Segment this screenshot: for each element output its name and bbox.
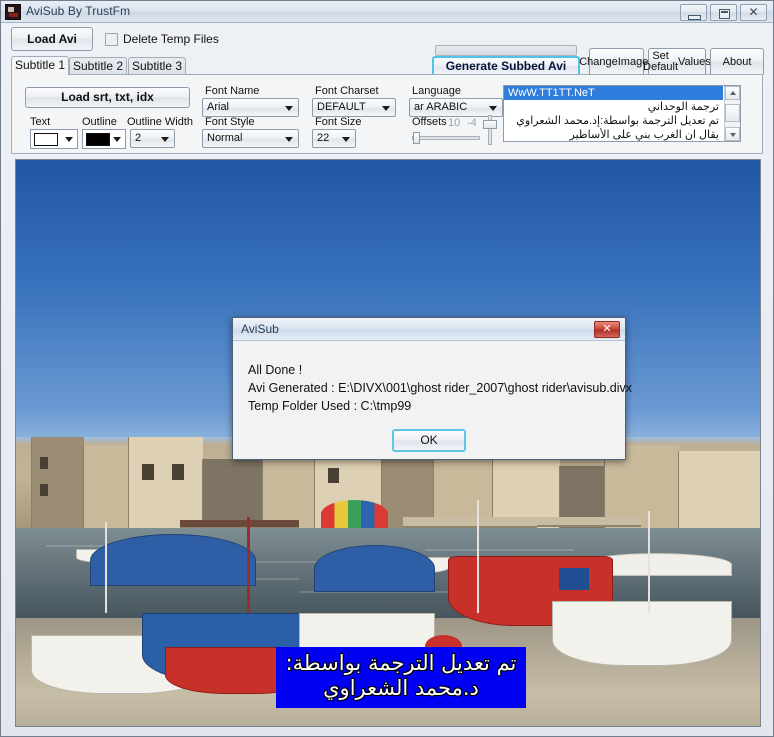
text-color-swatch	[34, 133, 58, 146]
tab-subtitle-2[interactable]: Subtitle 2	[69, 57, 127, 75]
tab-subtitle-3[interactable]: Subtitle 3	[128, 57, 186, 75]
outline-width-select[interactable]: 2	[130, 129, 175, 148]
dialog-body: All Done ! Avi Generated : E:\DIVX\001\g…	[233, 341, 632, 459]
slider-thumb[interactable]	[483, 120, 497, 129]
font-size-label: Font Size	[315, 116, 362, 128]
list-item[interactable]: تم تعديل الترجمة بواسطة:إد.محمد الشعراوي	[504, 114, 723, 128]
slider-track	[412, 136, 480, 140]
list-item[interactable]: يقال ان الغرب بني على الأساطير	[504, 128, 723, 141]
avisub-message-dialog: AviSub ✕ All Done ! Avi Generated : E:\D…	[232, 317, 632, 460]
tab-subtitle-1[interactable]: Subtitle 1	[11, 56, 69, 75]
chevron-down-icon	[161, 137, 169, 142]
dialog-message-line-3: Temp Folder Used : C:\tmp99	[248, 399, 412, 413]
dialog-close-button[interactable]: ✕	[594, 321, 620, 338]
font-name-value: Arial	[207, 101, 230, 113]
outline-color-label: Outline	[82, 116, 117, 128]
video-subtitle-overlay: تم تعديل الترجمة بواسطة: د.محمد الشعراوي	[276, 647, 526, 708]
app-icon	[5, 4, 21, 20]
listbox-scrollbar[interactable]	[724, 86, 740, 141]
font-style-select[interactable]: Normal	[202, 129, 299, 148]
text-color-label: Text	[30, 116, 51, 128]
load-subtitle-file-button[interactable]: Load srt, txt, idx	[25, 87, 190, 108]
text-color-select[interactable]	[30, 129, 78, 149]
subtitle-settings-panel: Load srt, txt, idx Font Name Arial Font …	[11, 74, 763, 154]
scrollbar-thumb[interactable]	[725, 104, 740, 122]
title-bar: AviSub By TrustFm ✕	[1, 1, 773, 23]
dialog-ok-button[interactable]: OK	[392, 429, 466, 452]
offset-x-value: 10	[448, 117, 461, 129]
chevron-down-icon	[489, 106, 497, 111]
dialog-title-bar: AviSub ✕	[233, 318, 625, 341]
subtitle-list[interactable]: WwW.TT1TT.NeT ترجمة الوحداني تم تعديل ال…	[504, 86, 723, 141]
language-label: Language	[412, 85, 461, 97]
subtitle-line-1: تم تعديل الترجمة بواسطة:	[285, 651, 517, 675]
offset-y-slider[interactable]	[483, 115, 497, 145]
font-size-select[interactable]: 22	[312, 129, 356, 148]
language-value: ar ARABIC	[414, 101, 468, 113]
font-name-label: Font Name	[205, 85, 260, 97]
outline-color-swatch	[86, 133, 110, 146]
minimize-button[interactable]	[680, 4, 707, 21]
scroll-up-icon[interactable]	[725, 86, 740, 100]
font-style-value: Normal	[207, 132, 243, 144]
font-charset-select[interactable]: DEFAULT	[312, 98, 396, 117]
application-window: AviSub By TrustFm ✕ Load Avi Delete Temp…	[0, 0, 774, 737]
outline-color-select[interactable]	[82, 129, 126, 149]
list-item[interactable]: ترجمة الوحداني	[504, 100, 723, 114]
dialog-title: AviSub	[241, 322, 279, 336]
chevron-down-icon	[113, 137, 121, 142]
chevron-down-icon	[285, 137, 293, 142]
maximize-button[interactable]	[710, 4, 737, 21]
subtitle-line-2: د.محمد الشعراوي	[323, 676, 479, 700]
font-name-select[interactable]: Arial	[202, 98, 299, 117]
checkbox-icon[interactable]	[105, 33, 118, 46]
font-charset-label: Font Charset	[315, 85, 379, 97]
chevron-down-icon	[65, 137, 73, 142]
delete-temp-files-label: Delete Temp Files	[123, 32, 219, 46]
offsets-label: Offsets	[412, 116, 447, 128]
list-item[interactable]: WwW.TT1TT.NeT	[504, 86, 723, 100]
chevron-down-icon	[382, 106, 390, 111]
offset-y-value: -4	[467, 117, 477, 129]
outline-width-label: Outline Width	[127, 116, 194, 128]
tab-strip: Subtitle 1 Subtitle 2 Subtitle 3	[11, 56, 763, 75]
toolbar: Load Avi Delete Temp Files Generate Subb…	[1, 23, 773, 77]
font-charset-value: DEFAULT	[317, 101, 366, 113]
slider-thumb[interactable]	[413, 132, 420, 144]
close-icon: ✕	[748, 5, 759, 19]
scroll-down-icon[interactable]	[725, 127, 740, 141]
offset-x-slider[interactable]	[412, 132, 480, 144]
close-button[interactable]: ✕	[740, 4, 767, 21]
subtitle-listbox[interactable]: WwW.TT1TT.NeT ترجمة الوحداني تم تعديل ال…	[503, 85, 741, 142]
window-title: AviSub By TrustFm	[26, 4, 131, 18]
dialog-message-line-2: Avi Generated : E:\DIVX\001\ghost rider_…	[248, 381, 633, 395]
load-avi-button[interactable]: Load Avi	[11, 27, 93, 51]
progress-bar	[435, 45, 577, 56]
font-size-value: 22	[317, 132, 330, 144]
beach-umbrella	[321, 499, 388, 528]
font-style-label: Font Style	[205, 116, 255, 128]
dialog-message-line-1: All Done !	[248, 363, 303, 377]
chevron-down-icon	[285, 106, 293, 111]
outline-width-value: 2	[135, 132, 142, 144]
chevron-down-icon	[342, 137, 350, 142]
